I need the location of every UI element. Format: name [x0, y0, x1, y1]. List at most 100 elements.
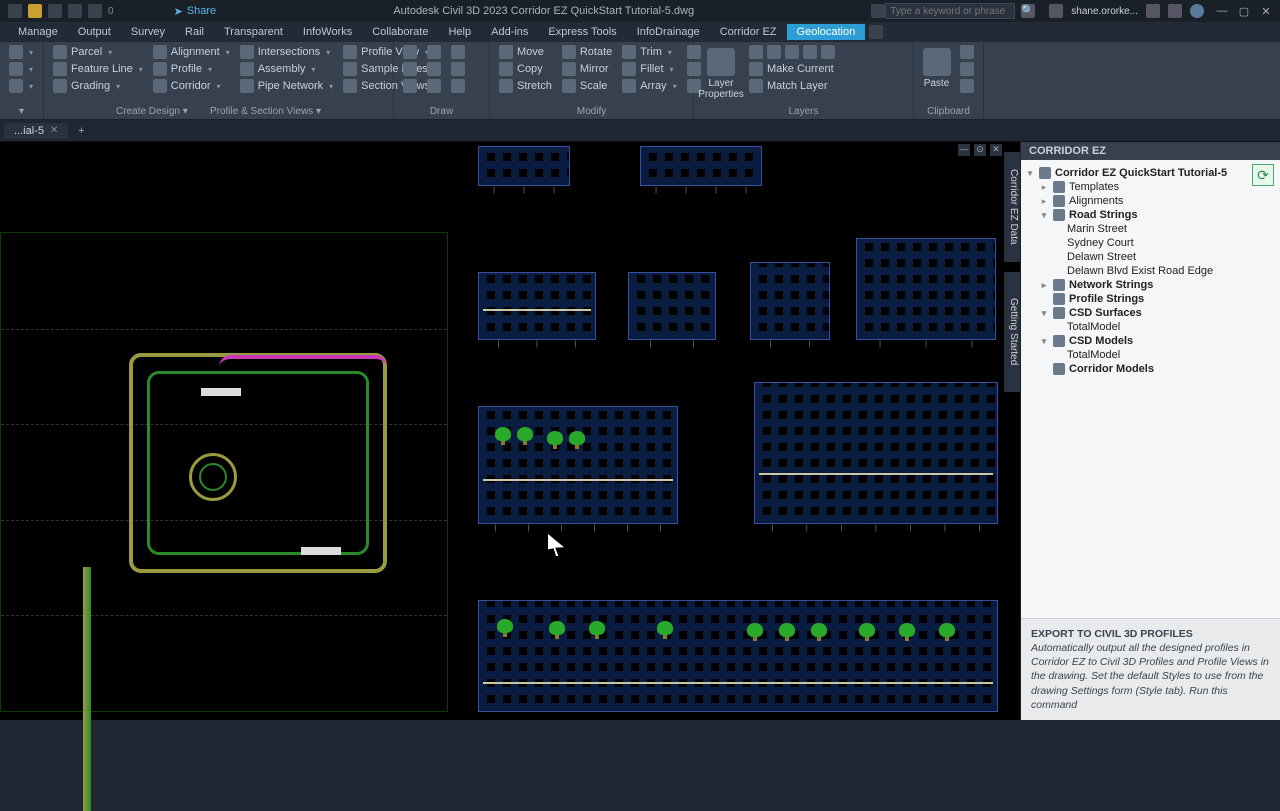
vtab-getting-started[interactable]: Getting Started [1004, 272, 1020, 392]
btn-layer-s1[interactable] [746, 44, 838, 60]
menu-expresstools[interactable]: Express Tools [538, 24, 626, 40]
btn-cut[interactable] [957, 44, 977, 60]
palette-pin-icon[interactable]: ⊙ [974, 144, 986, 156]
cart-icon[interactable] [1146, 4, 1160, 18]
menu-collaborate[interactable]: Collaborate [362, 24, 438, 40]
tree-root[interactable]: ▾Corridor EZ QuickStart Tutorial-5 [1025, 166, 1276, 180]
btn-make-current[interactable]: Make Current [746, 61, 838, 77]
btn-rotate[interactable]: Rotate [559, 44, 615, 60]
menu-output[interactable]: Output [68, 24, 121, 40]
btn-tool1[interactable]: ▾ [6, 44, 36, 60]
menu-corridorez[interactable]: Corridor EZ [710, 24, 787, 40]
menu-rail[interactable]: Rail [175, 24, 214, 40]
qat-app-icon[interactable] [8, 4, 22, 18]
btn-rect[interactable] [448, 44, 468, 60]
btn-alignment[interactable]: Alignment▾ [150, 44, 233, 60]
tab-close-icon[interactable]: ✕ [50, 125, 58, 136]
btn-line[interactable] [400, 44, 420, 60]
vtab-corridorez-data[interactable]: Corridor EZ Data [1004, 152, 1020, 262]
menu-manage[interactable]: Manage [8, 24, 68, 40]
tree-csdsurfaces[interactable]: ▾CSD Surfaces [1025, 306, 1276, 320]
share-button[interactable]: ➤ Share [174, 5, 217, 18]
btn-layer-properties[interactable]: Layer Properties [700, 44, 742, 104]
qat-save-icon[interactable] [68, 4, 82, 18]
palette-close-icon[interactable]: ✕ [990, 144, 1002, 156]
bulb-icon[interactable] [28, 4, 42, 18]
tree-totalmodel2[interactable]: TotalModel [1025, 348, 1276, 362]
btn-circle2[interactable] [424, 61, 444, 77]
ribbon-expand-icon[interactable] [869, 25, 883, 39]
tree-networkstrings[interactable]: ▸Network Strings [1025, 278, 1276, 292]
btn-hatch[interactable] [448, 61, 468, 77]
btn-stretch[interactable]: Stretch [496, 78, 555, 94]
menu-infodrainage[interactable]: InfoDrainage [627, 24, 710, 40]
btn-array[interactable]: Array▾ [619, 78, 679, 94]
btn-copy[interactable]: Copy [496, 61, 555, 77]
section-sheet-4[interactable]: || [628, 272, 716, 340]
profile-view-2[interactable]: ||||||| [754, 382, 998, 524]
account-area[interactable]: shane.ororke... [1041, 4, 1212, 18]
btn-spline[interactable] [424, 78, 444, 94]
btn-move[interactable]: Move [496, 44, 555, 60]
tree-corridormodels[interactable]: Corridor Models [1025, 362, 1276, 376]
menu-survey[interactable]: Survey [121, 24, 175, 40]
tree-rs-delawnblvd[interactable]: Delawn Blvd Exist Road Edge [1025, 264, 1276, 278]
btn-arc[interactable] [400, 78, 420, 94]
play-icon[interactable] [871, 4, 885, 18]
btn-tool3[interactable]: ▾ [6, 78, 36, 94]
btn-corridor[interactable]: Corridor▾ [150, 78, 233, 94]
tree-roadstrings[interactable]: ▾Road Strings [1025, 208, 1276, 222]
tree-view[interactable]: ▾Corridor EZ QuickStart Tutorial-5 ▸Temp… [1021, 160, 1280, 382]
tree-totalmodel1[interactable]: TotalModel [1025, 320, 1276, 334]
palette-min-icon[interactable]: — [958, 144, 970, 156]
btn-pipenetwork[interactable]: Pipe Network▾ [237, 78, 336, 94]
menu-help[interactable]: Help [438, 24, 481, 40]
btn-polyline[interactable] [400, 61, 420, 77]
tree-rs-sydney[interactable]: Sydney Court [1025, 236, 1276, 250]
btn-assembly[interactable]: Assembly▾ [237, 61, 336, 77]
minimize-button[interactable]: — [1212, 3, 1232, 19]
section-sheet-5[interactable]: || [750, 262, 830, 340]
tree-csdmodels[interactable]: ▾CSD Models [1025, 334, 1276, 348]
close-button[interactable]: ✕ [1256, 3, 1276, 19]
btn-grading[interactable]: Grading▾ [50, 78, 146, 94]
tree-alignments[interactable]: ▸Alignments [1025, 194, 1276, 208]
menu-geolocation[interactable]: Geolocation [787, 24, 866, 40]
plan-viewport[interactable] [0, 232, 448, 712]
menu-transparent[interactable]: Transparent [214, 24, 293, 40]
tree-rs-delawn[interactable]: Delawn Street [1025, 250, 1276, 264]
maximize-button[interactable]: ▢ [1234, 3, 1254, 19]
section-sheet-6[interactable]: ||| [856, 238, 996, 340]
tree-templates[interactable]: ▸Templates [1025, 180, 1276, 194]
profile-view-1[interactable]: |||||| [478, 406, 678, 524]
btn-intersections[interactable]: Intersections▾ [237, 44, 336, 60]
btn-featureline[interactable]: Feature Line▾ [50, 61, 146, 77]
doc-tab[interactable]: ...ial-5 ✕ [4, 123, 68, 139]
section-sheet-2[interactable]: |||| [640, 146, 762, 186]
qat-undo-icon[interactable] [88, 4, 102, 18]
btn-match-layer[interactable]: Match Layer [746, 78, 838, 94]
btn-circle[interactable] [424, 44, 444, 60]
drawing-canvas[interactable]: — ⊙ ✕ Corridor EZ Data Getting Started [0, 142, 1020, 720]
btn-copy2[interactable] [957, 61, 977, 77]
search-icon[interactable]: 🔍 [1021, 4, 1035, 18]
btn-paste[interactable]: Paste [920, 44, 953, 104]
add-tab-button[interactable]: + [72, 122, 90, 140]
btn-trim[interactable]: Trim▾ [619, 44, 679, 60]
btn-profile[interactable]: Profile▾ [150, 61, 233, 77]
btn-parcel[interactable]: Parcel▾ [50, 44, 146, 60]
btn-match[interactable] [957, 78, 977, 94]
apps-icon[interactable] [1168, 4, 1182, 18]
menu-infoworks[interactable]: InfoWorks [293, 24, 362, 40]
menu-addins[interactable]: Add-ins [481, 24, 538, 40]
section-sheet-3[interactable]: ||| [478, 272, 596, 340]
search-input[interactable] [885, 3, 1015, 19]
btn-scale[interactable]: Scale [559, 78, 615, 94]
section-sheet-1[interactable]: ||| [478, 146, 570, 186]
refresh-button[interactable]: ⟳ [1252, 164, 1274, 186]
profile-view-long[interactable] [478, 600, 998, 712]
tree-profilestrings[interactable]: Profile Strings [1025, 292, 1276, 306]
qat-open-icon[interactable] [48, 4, 62, 18]
help-icon[interactable] [1190, 4, 1204, 18]
tree-rs-marin[interactable]: Marin Street [1025, 222, 1276, 236]
